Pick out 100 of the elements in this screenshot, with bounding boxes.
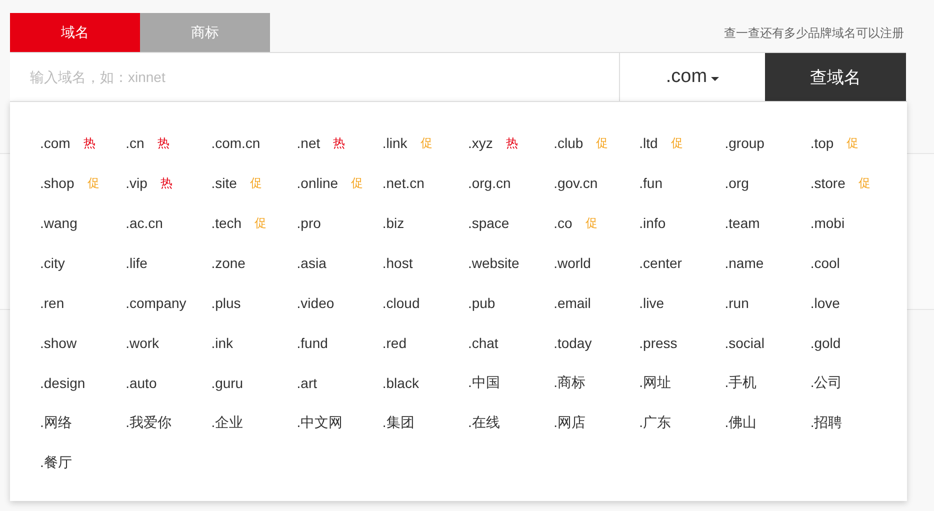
suffix-tag: 促 <box>87 174 100 192</box>
suffix-option[interactable]: .store <box>810 175 846 191</box>
suffix-tag: 促 <box>858 174 870 192</box>
suffix-option[interactable]: .press <box>639 335 678 351</box>
suffix-option[interactable]: .site <box>211 175 237 191</box>
suffix-option[interactable]: .space <box>468 215 510 231</box>
suffix-tag: 促 <box>420 134 432 152</box>
suffix-option[interactable]: .social <box>724 335 764 351</box>
suffix-option[interactable]: .website <box>468 255 520 271</box>
suffix-option[interactable]: .gold <box>810 335 841 351</box>
suffix-option[interactable]: .email <box>554 295 591 311</box>
suffix-option[interactable]: .广东 <box>639 414 672 432</box>
suffix-option[interactable]: .group <box>724 135 764 151</box>
suffix-option[interactable]: .biz <box>382 215 404 231</box>
suffix-option[interactable]: .com <box>40 135 70 151</box>
suffix-option[interactable]: .net.cn <box>382 175 424 191</box>
suffix-option[interactable]: .world <box>554 255 591 271</box>
suffix-option[interactable]: .live <box>639 295 664 311</box>
suffix-option[interactable]: .shop <box>40 175 74 191</box>
suffix-option[interactable]: .net <box>296 135 320 151</box>
suffix-option[interactable]: .design <box>40 375 86 391</box>
suffix-tag: 促 <box>250 174 262 192</box>
suffix-dropdown[interactable]: .com <box>620 53 765 101</box>
suffix-option[interactable]: .com.cn <box>211 135 260 151</box>
suffix-option[interactable]: .cloud <box>382 295 420 311</box>
suffix-option[interactable]: .ink <box>211 335 233 351</box>
suffix-option[interactable]: .company <box>126 295 186 311</box>
suffix-tag: 热 <box>506 134 518 152</box>
suffix-tag: 促 <box>585 214 598 232</box>
suffix-option[interactable]: .gov.cn <box>554 175 598 191</box>
suffix-tag: 促 <box>670 134 683 152</box>
suffix-option[interactable]: .网络 <box>40 414 72 432</box>
hint-text: 查一查还有多少品牌域名可以注册 <box>724 25 904 42</box>
suffix-option[interactable]: .zone <box>211 255 246 271</box>
suffix-option[interactable]: .asia <box>296 255 326 271</box>
suffix-tag: 热 <box>333 134 346 152</box>
suffix-option[interactable]: .life <box>126 255 148 271</box>
suffix-option[interactable]: .run <box>724 295 749 311</box>
suffix-option[interactable]: .招聘 <box>810 414 842 432</box>
suffix-option[interactable]: .商标 <box>554 374 586 392</box>
suffix-option[interactable]: .org <box>724 175 749 191</box>
suffix-option[interactable]: .手机 <box>724 374 757 392</box>
suffix-option[interactable]: .mobi <box>810 215 845 231</box>
suffix-option[interactable]: .today <box>554 335 592 351</box>
suffix-option[interactable]: .video <box>296 295 334 311</box>
suffix-option[interactable]: .co <box>554 215 572 231</box>
suffix-option[interactable]: .集团 <box>382 414 414 432</box>
suffix-option[interactable]: .ac.cn <box>126 215 163 231</box>
suffix-option[interactable]: .ren <box>40 295 64 311</box>
suffix-option[interactable]: .love <box>810 295 840 311</box>
suffix-option[interactable]: .我爱你 <box>126 414 172 432</box>
suffix-tag: 促 <box>254 214 267 232</box>
caret-icon <box>711 77 720 81</box>
suffix-option[interactable]: .cool <box>810 255 840 271</box>
suffix-option[interactable]: .plus <box>211 295 241 311</box>
suffix-option[interactable]: .中国 <box>468 374 500 392</box>
suffix-option[interactable]: .公司 <box>810 374 842 392</box>
suffix-option[interactable]: .city <box>40 255 65 271</box>
suffix-option[interactable]: .club <box>554 135 584 151</box>
suffix-option[interactable]: .chat <box>468 335 498 351</box>
suffix-tag: 热 <box>83 134 96 152</box>
suffix-option[interactable]: .center <box>639 255 682 271</box>
suffix-option[interactable]: .pro <box>296 215 321 231</box>
suffix-option[interactable]: .中文网 <box>296 414 343 432</box>
suffix-tag: 促 <box>351 174 364 192</box>
suffix-tag: 热 <box>157 134 170 152</box>
domain-input-field[interactable]: 输入域名，如：xinnet <box>10 53 620 101</box>
tab[interactable]: 域名 <box>10 13 140 52</box>
search-button[interactable]: 查域名 <box>765 53 906 101</box>
suffix-option[interactable]: .ltd <box>639 135 658 151</box>
suffix-option[interactable]: .在线 <box>468 414 500 432</box>
suffix-option[interactable]: .team <box>724 215 760 231</box>
suffix-option[interactable]: .网店 <box>554 414 586 432</box>
suffix-option[interactable]: .top <box>810 135 834 151</box>
suffix-option[interactable]: .art <box>296 375 318 391</box>
suffix-option[interactable]: .tech <box>211 215 242 231</box>
suffix-option[interactable]: .show <box>40 335 77 351</box>
suffix-option[interactable]: .fund <box>296 335 328 351</box>
suffix-option[interactable]: .xyz <box>468 135 493 151</box>
suffix-option[interactable]: .wang <box>40 215 78 231</box>
suffix-option[interactable]: .guru <box>211 375 244 391</box>
suffix-option[interactable]: .cn <box>126 135 144 151</box>
suffix-option[interactable]: .网址 <box>639 374 672 392</box>
suffix-option[interactable]: .link <box>382 135 408 151</box>
suffix-option[interactable]: .pub <box>468 295 496 311</box>
suffix-option[interactable]: .佛山 <box>724 414 757 432</box>
suffix-option[interactable]: .auto <box>126 375 157 391</box>
suffix-option[interactable]: .red <box>382 335 406 351</box>
suffix-option[interactable]: .企业 <box>211 414 244 432</box>
suffix-option[interactable]: .black <box>382 375 419 391</box>
suffix-option[interactable]: .fun <box>639 175 663 191</box>
suffix-option[interactable]: .work <box>126 335 160 351</box>
suffix-option[interactable]: .online <box>296 175 338 191</box>
suffix-option[interactable]: .餐厅 <box>40 454 72 472</box>
suffix-option[interactable]: .name <box>724 255 764 271</box>
suffix-option[interactable]: .vip <box>126 175 148 191</box>
suffix-tag: 热 <box>160 174 172 192</box>
suffix-option[interactable]: .host <box>382 255 413 271</box>
suffix-option[interactable]: .info <box>639 215 666 231</box>
suffix-option[interactable]: .org.cn <box>468 175 511 191</box>
